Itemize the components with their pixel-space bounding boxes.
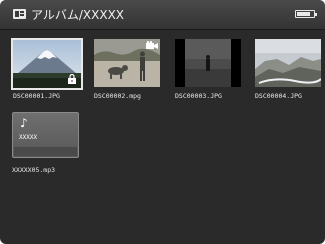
album-title: アルバム/XXXXX — [31, 8, 125, 22]
filename-label: DSC00001.JPG — [13, 92, 60, 100]
filename-label: DSC00002.mpg — [94, 92, 141, 100]
music-title: XXXXX — [19, 134, 38, 141]
photo-silhouette-image — [175, 39, 241, 87]
thumbnail-dsc00001[interactable] — [11, 38, 83, 90]
music-tile-bar — [14, 147, 77, 156]
filename-label: DSC00004.JPG — [255, 92, 302, 100]
video-camera-icon — [146, 41, 158, 50]
album-screen: アルバム/XXXXX DSC00001.JPG DSC00002.mpg DSC… — [0, 0, 325, 244]
music-note-icon: ♪ — [20, 116, 28, 130]
thumbnail-dsc00003[interactable] — [175, 39, 241, 87]
battery-icon — [295, 10, 317, 18]
battery-level — [297, 12, 311, 16]
thumbnail-dsc00004[interactable] — [255, 39, 321, 87]
lock-icon — [67, 74, 77, 84]
folder-icon — [13, 9, 26, 19]
header-bar: アルバム/XXXXX — [0, 0, 325, 30]
photo-coast-image — [255, 39, 321, 87]
filename-label: DSC00003.JPG — [175, 92, 222, 100]
thumbnail-music-file[interactable]: ♪ XXXXX — [12, 112, 79, 158]
thumbnail-dsc00002[interactable] — [94, 39, 160, 87]
filename-label: XXXXX05.mp3 — [12, 166, 56, 174]
